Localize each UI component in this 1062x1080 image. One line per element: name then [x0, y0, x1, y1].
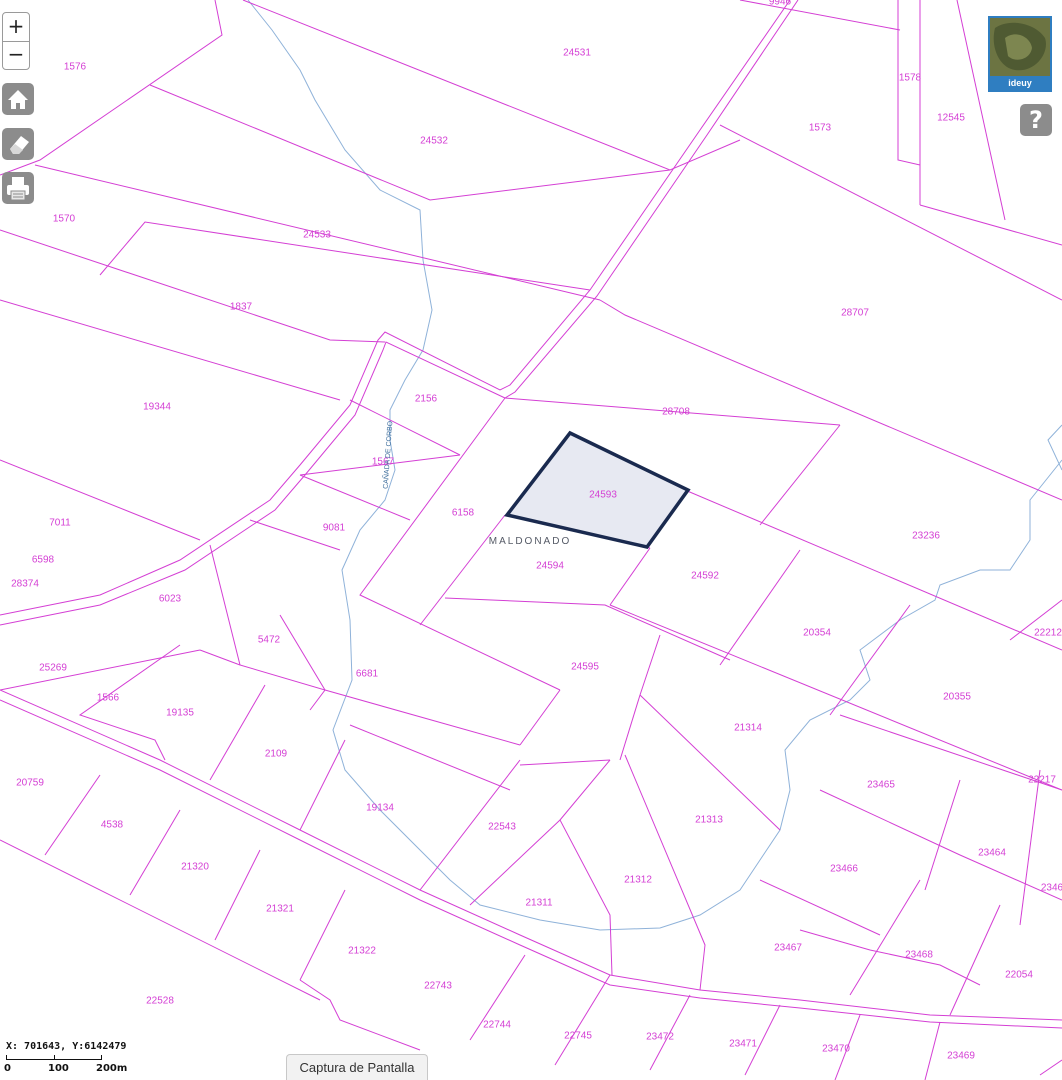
parcel-label: 25269 — [39, 663, 67, 674]
parcel-label: 24593 — [589, 490, 617, 501]
parcel-label: 23471 — [729, 1039, 757, 1050]
scale-tick-100: 100 — [48, 1063, 69, 1074]
parcel-label: 4538 — [101, 820, 124, 831]
parcel-label: 20354 — [803, 628, 831, 639]
parcel-label: 21320 — [181, 862, 209, 873]
help-button[interactable]: ? — [1020, 104, 1052, 136]
parcel-label: 1573 — [809, 123, 832, 134]
parcel-label: 22054 — [1005, 970, 1033, 981]
parcel-label: 21314 — [734, 723, 762, 734]
scale-bar — [6, 1055, 102, 1060]
parcel-label: 21312 — [624, 875, 652, 886]
parcel-labels: 1576 24531 9946 1578 12545 1573 24532 1570 24533… — [11, 0, 1062, 1062]
parcel-label: 24532 — [420, 136, 448, 147]
parcel-label: 24595 — [571, 662, 599, 673]
zoom-control: + − — [2, 12, 30, 70]
home-icon — [8, 90, 28, 109]
parcel-label: 23468 — [905, 950, 933, 961]
parcel-label: 1837 — [230, 302, 253, 313]
parcel-label: 28374 — [11, 579, 39, 590]
parcel-label: 6158 — [452, 508, 475, 519]
parcel-label: 24592 — [691, 571, 719, 582]
eraser-icon — [10, 136, 29, 154]
parcel-label: 21313 — [695, 815, 723, 826]
home-button[interactable] — [2, 83, 34, 115]
zone-label: MALDONADO — [489, 536, 571, 547]
parcel-label: 23472 — [646, 1032, 674, 1043]
parcel-label: 6023 — [159, 594, 182, 605]
parcel-label: 21311 — [525, 898, 553, 909]
coordinates-readout: X: 701643, Y:6142479 — [6, 1041, 127, 1052]
parcel-label: 24531 — [563, 48, 591, 59]
parcel-label: 5472 — [258, 635, 281, 646]
parcel-label: 23236 — [912, 531, 940, 542]
parcel-label: 28708 — [662, 407, 690, 418]
parcel-label: 21322 — [348, 946, 376, 957]
parcel-label: 2109 — [265, 749, 288, 760]
scale-tick-200: 200m — [96, 1063, 128, 1074]
basemap-label: ideuy — [990, 76, 1050, 90]
zoom-out-button[interactable]: − — [3, 41, 29, 69]
stream-line — [247, 0, 1062, 931]
parcel-label: 22528 — [146, 996, 174, 1007]
parcel-label: 23464 — [978, 848, 1006, 859]
parcel-label: 12545 — [937, 113, 965, 124]
print-button[interactable] — [2, 172, 34, 204]
parcel-label: 23467 — [774, 943, 802, 954]
parcel-label: 22543 — [488, 822, 516, 833]
zoom-in-button[interactable]: + — [3, 13, 29, 42]
parcel-label: 9081 — [323, 523, 346, 534]
parcel-label: 23466 — [830, 864, 858, 875]
eraser-button[interactable] — [2, 128, 34, 160]
basemap-switcher[interactable]: ideuy — [988, 16, 1052, 92]
parcel-label: 22212 — [1034, 628, 1062, 639]
parcel-label: 7011 — [49, 518, 71, 529]
parcel-label: 1578 — [899, 73, 922, 84]
parcel-label: 1570 — [53, 214, 76, 225]
cadastral-map[interactable]: 1576 24531 9946 1578 12545 1573 24532 1570 24533… — [0, 0, 1062, 1080]
parcel-label: 22745 — [564, 1031, 592, 1042]
parcel-label: 1576 — [64, 62, 87, 73]
parcel-label: 24594 — [536, 561, 564, 572]
parcel-label: 23470 — [822, 1044, 850, 1055]
satellite-thumbnail — [990, 18, 1050, 76]
parcel-label: 22744 — [483, 1020, 511, 1031]
scale-tick-0: 0 — [4, 1063, 11, 1074]
screenshot-button[interactable]: Captura de Pantalla — [286, 1054, 428, 1080]
parcel-label: 19134 — [366, 803, 394, 814]
parcel-label: 6681 — [356, 669, 379, 680]
parcel-label: 21321 — [266, 904, 294, 915]
parcel-label: 23465 — [867, 780, 895, 791]
parcel-label: 20355 — [943, 692, 971, 703]
parcel-label: 1566 — [97, 693, 120, 704]
parcel-label: 24533 — [303, 230, 331, 241]
parcel-label: 20759 — [16, 778, 44, 789]
parcel-label: 2346 — [1041, 883, 1062, 894]
parcel-label: 22217 — [1028, 775, 1056, 786]
parcel-label: 2156 — [415, 394, 438, 405]
parcel-label: 28707 — [841, 308, 869, 319]
parcel-label: 23469 — [947, 1051, 975, 1062]
printer-icon — [7, 177, 29, 201]
parcel-label: 19344 — [143, 402, 171, 413]
parcel-label: 19135 — [166, 708, 194, 719]
parcel-label: 6598 — [32, 555, 55, 566]
parcel-label: 9946 — [769, 0, 792, 8]
parcel-label: 22743 — [424, 981, 452, 992]
